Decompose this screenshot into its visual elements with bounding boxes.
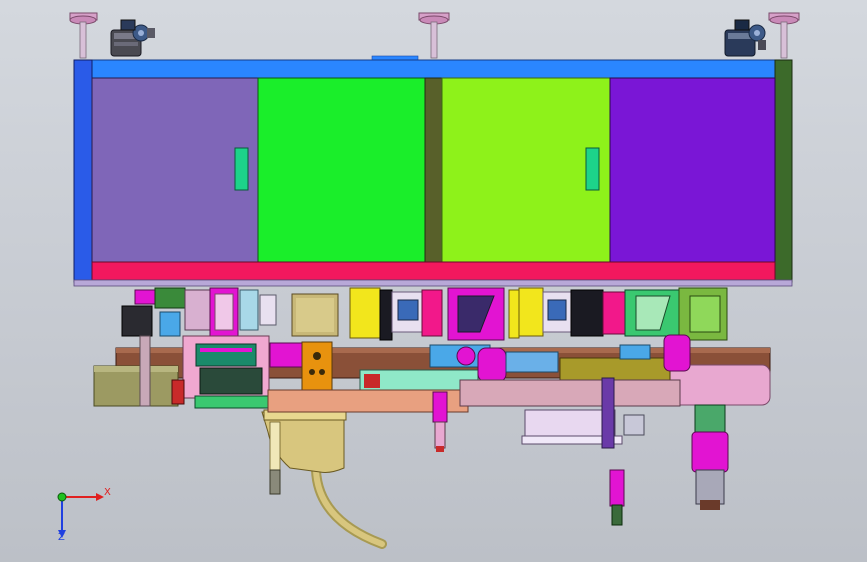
cad-drawing: X Z — [57, 12, 800, 549]
frame-right-post — [774, 59, 793, 283]
panel-purple — [91, 77, 259, 263]
panel-violet — [609, 77, 776, 263]
panel-lime — [441, 77, 611, 263]
base-plate — [73, 279, 793, 287]
divider-olive — [424, 77, 443, 263]
left-mechanism — [121, 287, 286, 409]
main-cabinet — [73, 55, 793, 287]
motor-left — [110, 19, 155, 57]
motor-right — [724, 19, 766, 57]
top-rail — [73, 59, 792, 81]
base-red — [91, 261, 776, 281]
handle-left — [234, 147, 249, 191]
axis-z-label: Z — [58, 532, 65, 543]
axis-triad: X Z — [57, 487, 111, 543]
post-middle — [418, 12, 450, 59]
post-left — [69, 12, 98, 59]
cad-viewport[interactable]: X Z — [0, 0, 867, 562]
handle-right — [585, 147, 600, 191]
post-right — [768, 12, 800, 59]
panel-green — [257, 77, 426, 263]
frame-left-blue — [73, 59, 93, 283]
mounting-posts — [69, 12, 800, 59]
mid-mechanism — [349, 287, 728, 341]
axis-x-label: X — [104, 487, 111, 498]
